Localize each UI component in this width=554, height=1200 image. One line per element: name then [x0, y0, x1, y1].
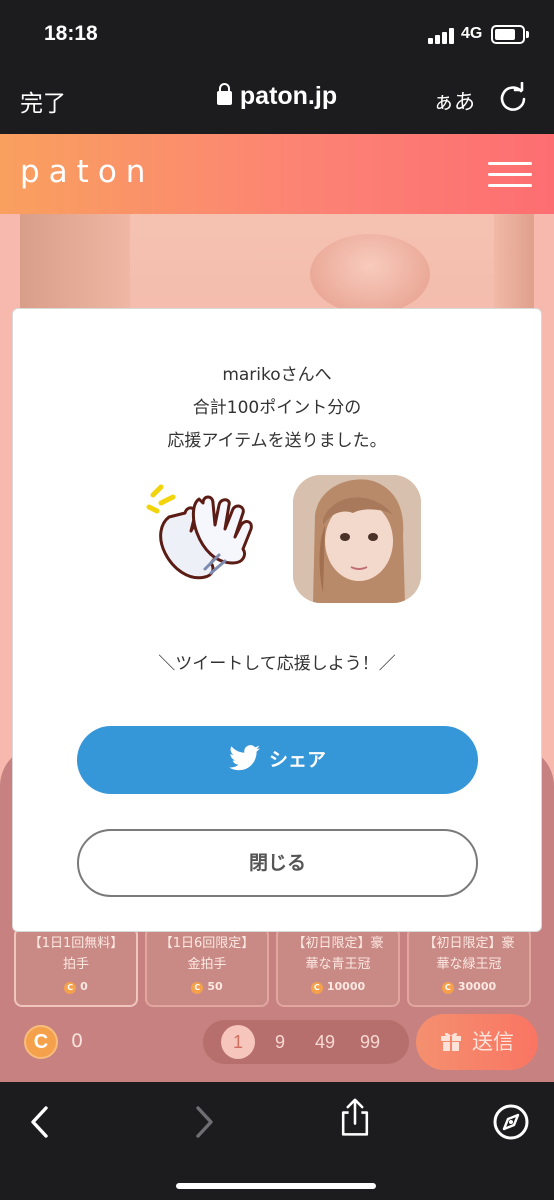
quantity-option[interactable]: 1	[221, 1025, 255, 1059]
quantity-option[interactable]: 49	[315, 1032, 335, 1053]
gift-item-name: 華な緑王冠	[436, 957, 502, 972]
twitter-icon	[229, 745, 260, 771]
gift-item-cost: 30000	[457, 980, 497, 993]
clapping-hands-icon	[146, 484, 253, 580]
quantity-selector: 1 9 49 99	[203, 1020, 409, 1064]
coin-icon: C	[310, 982, 323, 994]
signal-icon	[428, 28, 456, 44]
web-page: paton 【1日1回無料】 拍手 C0 【1日6回限定】 金拍手 C 50 【初…	[0, 134, 554, 1082]
gift-icon	[441, 1032, 461, 1051]
hamburger-menu-icon[interactable]	[488, 162, 532, 188]
dialog-message-line: 合計100ポイント分の	[192, 398, 362, 418]
gift-sent-dialog: marikoさんへ 合計100ポイント分の 応援アイテムを送りました。 ＼ツイー…	[12, 308, 542, 932]
gift-item-card[interactable]: 【初日限定】豪 華な緑王冠 C 30000	[407, 927, 531, 1007]
gift-item-cost: 0	[80, 980, 88, 993]
coin-balance: 0	[71, 1030, 84, 1052]
avatar	[293, 475, 421, 603]
site-header: paton	[0, 134, 554, 214]
gift-item-cost: 10000	[326, 980, 366, 993]
purchase-bar: C 0 1 9 49 99 送信	[0, 1014, 554, 1082]
gift-item-title: 【1日1回無料】	[28, 936, 124, 951]
gift-item-name: 拍手	[62, 957, 89, 972]
quantity-option[interactable]: 99	[360, 1032, 380, 1053]
status-time: 18:18	[44, 22, 98, 45]
text-size-button[interactable]: ぁあ	[433, 86, 475, 116]
gift-item-name: 金拍手	[187, 957, 227, 972]
close-button[interactable]: 閉じる	[77, 829, 478, 897]
browser-address-bar: 完了 paton.jp ぁあ	[0, 70, 554, 134]
coin-icon: C	[441, 982, 454, 994]
send-button[interactable]: 送信	[416, 1014, 538, 1070]
coin-icon: C	[64, 982, 77, 994]
reload-icon[interactable]	[497, 82, 529, 114]
share-label: シェア	[268, 749, 326, 771]
forward-arrow-icon[interactable]	[182, 1102, 222, 1142]
gift-item-name: 華な青王冠	[305, 957, 371, 972]
url-text: paton.jp	[239, 82, 338, 110]
dialog-message-line: 応援アイテムを送りました。	[167, 431, 387, 451]
dialog-message: marikoさんへ 合計100ポイント分の 応援アイテムを送りました。	[13, 359, 541, 458]
gift-item-title: 【1日6回限定】	[159, 936, 255, 951]
coin-icon: C	[24, 1025, 58, 1059]
home-indicator	[176, 1183, 376, 1189]
compass-icon[interactable]	[491, 1102, 531, 1142]
cheer-text: ＼ツイートして応援しよう！／	[158, 654, 396, 674]
site-logo[interactable]: paton	[20, 154, 154, 190]
gift-item-card[interactable]: 【1日6回限定】 金拍手 C 50	[145, 927, 269, 1007]
gift-item-cost: 50	[207, 980, 223, 993]
dialog-message-line: marikoさんへ	[222, 365, 332, 385]
status-bar: 18:18 4G	[0, 0, 554, 70]
back-arrow-icon[interactable]	[22, 1102, 62, 1142]
gift-item-title: 【初日限定】豪	[292, 936, 384, 951]
gift-item-card[interactable]: 【1日1回無料】 拍手 C0	[14, 927, 138, 1007]
gift-item-card[interactable]: 【初日限定】豪 華な青王冠 C 10000	[276, 927, 400, 1007]
lock-icon	[216, 83, 232, 105]
network-label: 4G	[461, 25, 483, 42]
share-icon[interactable]	[335, 1098, 375, 1138]
battery-icon	[491, 25, 529, 44]
quantity-option[interactable]: 9	[275, 1032, 285, 1053]
twitter-share-button[interactable]: シェア	[77, 726, 478, 794]
gift-item-title: 【初日限定】豪	[423, 936, 515, 951]
send-label: 送信	[472, 1030, 514, 1054]
coin-icon: C	[191, 982, 204, 994]
